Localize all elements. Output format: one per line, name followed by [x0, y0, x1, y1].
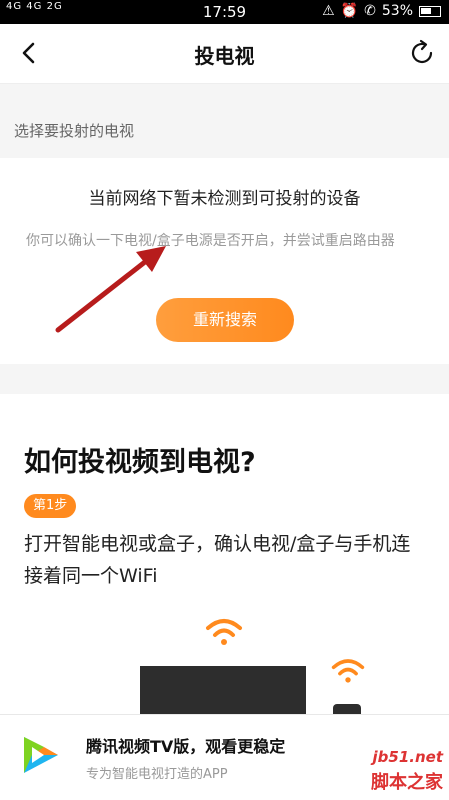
watermark-name: 脚本之家 — [371, 772, 443, 793]
remote-illustration — [333, 704, 361, 714]
wifi-icon — [331, 659, 365, 683]
wifi-icon — [206, 619, 242, 645]
no-device-description: 你可以确认一下电视/盒子电源是否开启，并尝试重启路由器 — [26, 233, 395, 249]
page-title: 投电视 — [194, 44, 255, 68]
status-icons: ⚠ ⏰ ✆ 53% — [322, 3, 441, 19]
alarm-icon: ⏰ — [340, 3, 359, 19]
tv-illustration — [140, 666, 306, 714]
refresh-icon[interactable] — [407, 38, 437, 68]
step-text: 打开智能电视或盒子，确认电视/盒子与手机连接着同一个WiFi — [24, 533, 411, 587]
guide-heading: 如何投视频到电视? — [24, 447, 256, 478]
battery-percent: 53% — [381, 3, 413, 19]
step-badge: 第1步 — [24, 494, 77, 518]
nav-bar: 投电视 — [0, 24, 449, 84]
no-device-headline: 当前网络下暂未检测到可投射的设备 — [88, 189, 361, 209]
call-icon: ✆ — [364, 3, 376, 19]
status-bar: 4G 4G 2G 17:59 ⚠ ⏰ ✆ 53% — [0, 0, 449, 24]
tv-app-banner[interactable]: 腾讯视频TV版，观看更稳定 专为智能电视打造的APP jb51.net 脚本之家 — [0, 714, 449, 800]
mute-icon: ⚠ — [322, 3, 335, 19]
guide-section: 如何投视频到电视? 第1步 打开智能电视或盒子，确认电视/盒子与手机连接着同一个… — [0, 394, 449, 714]
watermark-domain: jb51.net — [372, 748, 443, 766]
device-search-card: 当前网络下暂未检测到可投射的设备 你可以确认一下电视/盒子电源是否开启，并尝试重… — [0, 158, 449, 364]
section-label: 选择要投射的电视 — [14, 122, 135, 140]
watermark: jb51.net 脚本之家 — [309, 730, 449, 800]
research-button[interactable]: 重新搜索 — [156, 298, 294, 342]
banner-subtitle: 专为智能电视打造的APP — [86, 767, 228, 782]
battery-icon — [419, 5, 441, 17]
banner-title: 腾讯视频TV版，观看更稳定 — [86, 737, 286, 756]
tencent-video-logo-icon — [24, 737, 58, 773]
